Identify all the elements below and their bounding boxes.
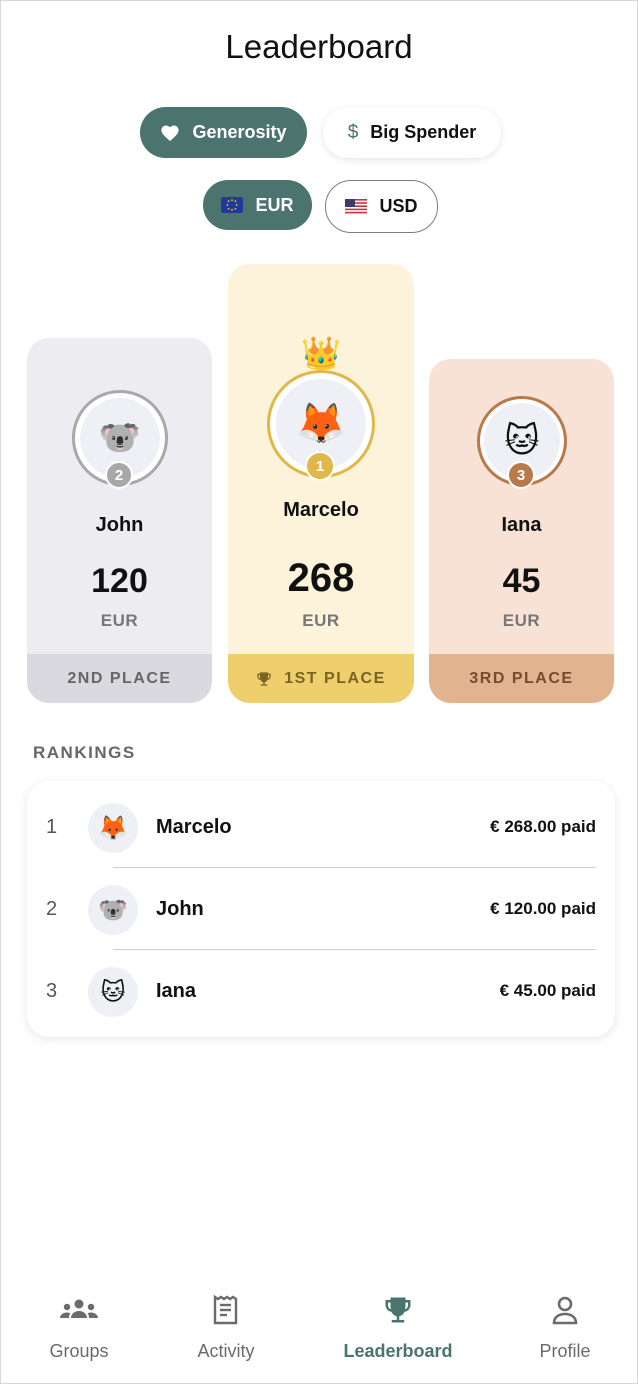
nav-label-leaderboard: Leaderboard [343, 1341, 453, 1361]
first-place-label: 1ST PLACE [228, 654, 414, 703]
ranking-rank: 1 [46, 815, 58, 838]
second-place-label: 2ND PLACE [27, 654, 212, 703]
ranking-amount: € 120.00 paid [490, 899, 596, 918]
second-place-card: 🐨 2 John 120 EUR 2ND PLACE [27, 338, 212, 703]
eu-flag-icon [221, 197, 244, 213]
ranking-name: John [156, 897, 204, 920]
trophy-icon [256, 671, 272, 687]
dollar-icon: $ [347, 121, 359, 143]
third-place-currency: EUR [502, 611, 541, 630]
usd-currency-button[interactable]: USD [325, 180, 438, 233]
page-title: Leaderboard [225, 28, 413, 65]
ranking-name: Marcelo [156, 815, 232, 838]
crown-icon: 👑 [301, 335, 341, 371]
nav-label-profile: Profile [539, 1341, 591, 1361]
big-spender-filter-label: Big Spender [370, 122, 477, 142]
rankings-heading: RANKINGS [33, 743, 136, 762]
person-icon [500, 1293, 630, 1327]
cat-avatar-icon: 🐱 [88, 967, 138, 1017]
ranking-rank: 2 [46, 897, 58, 920]
ranking-rank: 3 [46, 979, 58, 1002]
usd-currency-label: USD [379, 196, 418, 216]
second-place-label-text: 2ND PLACE [67, 669, 172, 687]
nav-label-activity: Activity [197, 1341, 255, 1361]
first-place-label-text: 1ST PLACE [284, 669, 386, 687]
rank-1-badge: 1 [305, 451, 335, 481]
groups-icon [14, 1293, 144, 1327]
koala-avatar-icon: 🐨 [88, 885, 138, 935]
first-place-card: 👑 🦊 1 Marcelo 268 EUR 1ST PLACE [228, 264, 414, 703]
first-place-name: Marcelo [283, 499, 359, 521]
rankings-list: 1 🦊 Marcelo € 268.00 paid 2 🐨 John € 120… [27, 781, 615, 1037]
eur-currency-label: EUR [255, 194, 294, 215]
ranking-amount: € 45.00 paid [499, 981, 596, 1000]
third-place-name: Iana [501, 514, 542, 536]
ranking-row[interactable]: 1 🦊 Marcelo € 268.00 paid [27, 786, 615, 868]
nav-label-groups: Groups [49, 1341, 109, 1361]
nav-item-activity[interactable]: Activity [161, 1293, 291, 1362]
nav-item-profile[interactable]: Profile [500, 1293, 630, 1362]
third-place-label: 3RD PLACE [429, 654, 614, 703]
bottom-nav: Groups Activity Leaderboard Profile [0, 1275, 638, 1383]
third-place-label-text: 3RD PLACE [469, 669, 574, 687]
third-place-score: 45 [502, 562, 541, 600]
generosity-filter-button[interactable]: Generosity [140, 107, 307, 158]
nav-item-groups[interactable]: Groups [14, 1293, 144, 1362]
third-place-card: 🐱 3 Iana 45 EUR 3RD PLACE [429, 359, 614, 703]
ranking-row[interactable]: 2 🐨 John € 120.00 paid [27, 868, 615, 950]
ranking-row[interactable]: 3 🐱 Iana € 45.00 paid [27, 950, 615, 1032]
ranking-name: Iana [156, 979, 197, 1002]
trophy-icon [333, 1293, 463, 1327]
second-place-currency: EUR [100, 611, 139, 630]
nav-item-leaderboard[interactable]: Leaderboard [333, 1293, 463, 1362]
second-place-score: 120 [91, 562, 148, 600]
generosity-filter-label: Generosity [192, 122, 287, 142]
rank-2-badge: 2 [105, 461, 133, 489]
first-place-currency: EUR [302, 611, 340, 630]
eur-currency-button[interactable]: EUR [203, 180, 312, 230]
heart-icon [160, 124, 180, 142]
fox-avatar-icon: 🦊 [88, 803, 138, 853]
us-flag-icon [345, 198, 368, 215]
rank-3-badge: 3 [507, 461, 535, 489]
receipt-icon [161, 1293, 291, 1327]
first-place-score: 268 [287, 556, 355, 600]
ranking-amount: € 268.00 paid [490, 817, 596, 836]
second-place-name: John [95, 514, 144, 536]
big-spender-filter-button[interactable]: $ Big Spender [323, 107, 501, 158]
